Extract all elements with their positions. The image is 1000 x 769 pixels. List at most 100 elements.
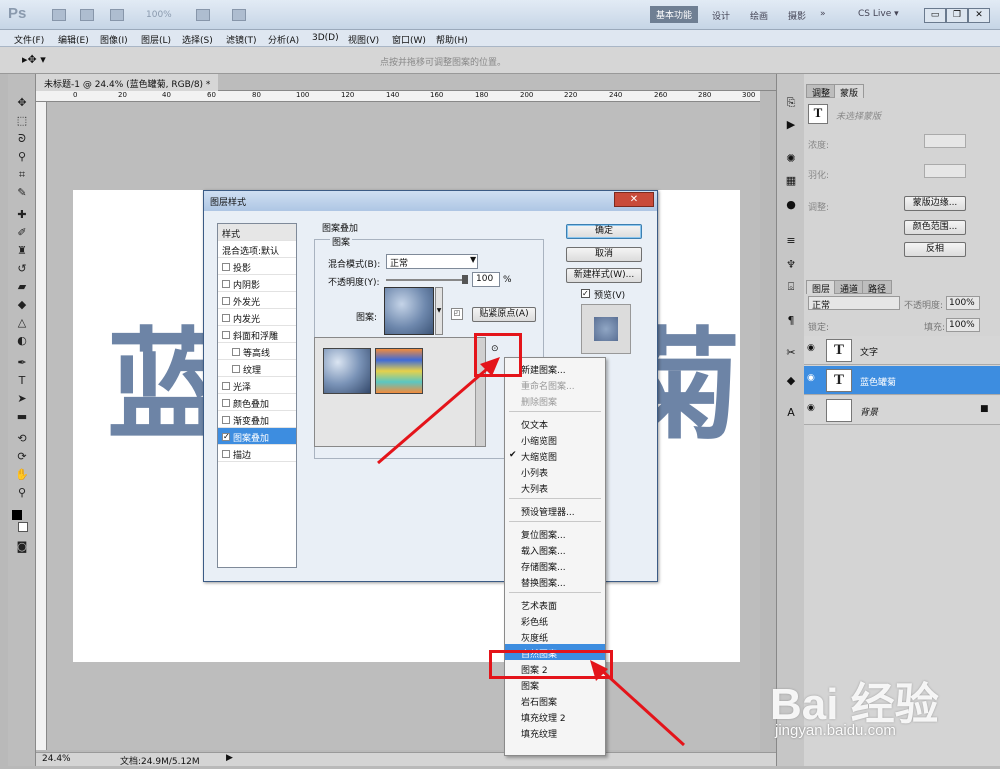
close-window-button[interactable]: ✕ xyxy=(968,8,990,23)
workspace-essentials[interactable]: 基本功能 xyxy=(650,6,699,23)
style-checkbox[interactable] xyxy=(222,314,230,322)
visibility-eye-icon[interactable]: ◉ xyxy=(807,343,821,357)
style-checkbox[interactable] xyxy=(222,416,230,424)
quick-mask-icon[interactable]: ◙ xyxy=(13,540,31,556)
stamp-tool-icon[interactable]: ♜ xyxy=(13,244,31,260)
move-tool-preset-icon[interactable]: ▸✥ ▾ xyxy=(22,53,46,66)
new-preset-icon[interactable]: ◰ xyxy=(451,308,463,320)
menu-item[interactable]: 复位图案... xyxy=(505,525,605,541)
style-item[interactable]: 内阴影 xyxy=(218,275,296,292)
bridge-icon[interactable] xyxy=(52,9,66,21)
tab-layers[interactable]: 图层 xyxy=(806,280,837,295)
style-checkbox[interactable] xyxy=(222,263,230,271)
menu-window[interactable]: 窗口(W) xyxy=(392,33,426,46)
menu-3d[interactable]: 3D(D) xyxy=(312,33,339,43)
pattern-dropdown-arrow-icon[interactable]: ▼ xyxy=(435,287,443,335)
layer-row[interactable]: ◉ T 文字 xyxy=(804,336,1000,365)
style-checkbox[interactable] xyxy=(232,348,240,356)
brush-tool-icon[interactable]: ✐ xyxy=(13,226,31,242)
menu-file[interactable]: 文件(F) xyxy=(14,33,44,46)
invert-button[interactable]: 反相 xyxy=(904,242,966,257)
menu-item[interactable]: 预设管理器... xyxy=(505,502,605,518)
color-range-button[interactable]: 颜色范围... xyxy=(904,220,966,235)
menu-item[interactable]: 填充纹理 2 xyxy=(505,708,605,724)
menu-view[interactable]: 视图(V) xyxy=(348,33,379,46)
minimize-button[interactable]: ▭ xyxy=(924,8,946,23)
menu-item[interactable]: 存储图案... xyxy=(505,557,605,573)
snap-origin-button[interactable]: 贴紧原点(A) xyxy=(472,307,536,322)
tool-presets-icon[interactable]: ⌺ xyxy=(783,280,799,296)
lasso-tool-icon[interactable]: ᘐ xyxy=(13,132,31,148)
style-checkbox[interactable] xyxy=(222,450,230,458)
menu-item[interactable]: 大列表 xyxy=(505,479,605,495)
style-item[interactable]: 斜面和浮雕 xyxy=(218,326,296,343)
menu-analysis[interactable]: 分析(A) xyxy=(268,33,299,46)
document-tab[interactable]: 未标题-1 @ 24.4% (蓝色罐菊, RGB/8) * xyxy=(36,74,219,91)
menu-layer[interactable]: 图层(L) xyxy=(141,33,171,46)
density-field[interactable] xyxy=(924,134,966,148)
dodge-tool-icon[interactable]: ◐ xyxy=(13,334,31,350)
zoom-level[interactable]: 100% xyxy=(146,10,172,20)
tab-channels[interactable]: 通道 xyxy=(834,280,865,295)
menu-filter[interactable]: 滤镜(T) xyxy=(226,33,257,46)
hand-tool-icon[interactable]: ✋ xyxy=(13,468,31,484)
menu-image[interactable]: 图像(I) xyxy=(100,33,128,46)
mask-edge-button[interactable]: 蒙版边缘... xyxy=(904,196,966,211)
background-color-swatch[interactable] xyxy=(18,522,28,532)
path-select-tool-icon[interactable]: ➤ xyxy=(13,392,31,408)
screen-mode-icon[interactable] xyxy=(232,9,246,21)
eraser-tool-icon[interactable]: ▰ xyxy=(13,280,31,296)
workspace-photography[interactable]: 摄影 xyxy=(788,9,806,22)
menu-item[interactable]: 填充纹理 xyxy=(505,724,605,740)
menu-item[interactable]: 小列表 xyxy=(505,463,605,479)
view-extras-icon[interactable] xyxy=(110,9,124,21)
style-item-blending[interactable]: 混合选项:默认 xyxy=(218,241,296,258)
opacity-slider-thumb[interactable] xyxy=(462,275,468,284)
menu-edit[interactable]: 编辑(E) xyxy=(58,33,89,46)
menu-help[interactable]: 帮助(H) xyxy=(436,33,468,46)
style-checkbox[interactable] xyxy=(222,280,230,288)
menu-item[interactable]: ✔ 大缩览图 xyxy=(505,447,605,463)
clone-source-panel-icon[interactable]: ♆ xyxy=(783,258,799,274)
minibridge-icon[interactable] xyxy=(80,9,94,21)
blend-mode-select[interactable]: 正常 xyxy=(386,254,478,269)
pattern-thumb-bubbles[interactable] xyxy=(323,348,371,394)
style-item[interactable]: 等高线 xyxy=(218,343,296,360)
dialog-titlebar[interactable]: 图层样式 xyxy=(204,191,657,211)
character-panel-icon[interactable]: A xyxy=(783,406,799,422)
cs-live-button[interactable]: CS Live ▾ xyxy=(858,9,899,19)
pattern-thumb-rainbow[interactable] xyxy=(375,348,423,394)
quick-select-tool-icon[interactable]: ⚲ xyxy=(13,150,31,166)
dialog-close-button[interactable]: ✕ xyxy=(614,192,654,207)
status-menu-arrow-icon[interactable]: ▶ xyxy=(226,753,233,763)
move-tool-icon[interactable]: ✥ xyxy=(13,96,31,112)
eyedropper-tool-icon[interactable]: ✎ xyxy=(13,186,31,202)
color-panel-icon[interactable]: ✺ xyxy=(783,152,799,168)
type-tool-icon[interactable]: T xyxy=(13,374,31,390)
feather-field[interactable] xyxy=(924,164,966,178)
style-checkbox-checked[interactable]: ✓ xyxy=(222,433,230,441)
style-item[interactable]: 外发光 xyxy=(218,292,296,309)
actions-panel-icon[interactable]: ▶ xyxy=(783,118,799,134)
opacity-input[interactable]: 100 xyxy=(472,272,500,287)
zoom-tool-icon[interactable]: ⚲ xyxy=(13,486,31,502)
layer-opacity-field[interactable]: 100% xyxy=(946,296,980,310)
cancel-button[interactable]: 取消 xyxy=(566,247,642,262)
menu-item[interactable]: 艺术表面 xyxy=(505,596,605,612)
menu-item[interactable]: 岩石图案 xyxy=(505,692,605,708)
paragraph-panel-icon[interactable]: ¶ xyxy=(783,314,799,330)
pattern-swatch[interactable] xyxy=(384,287,434,335)
style-checkbox[interactable] xyxy=(232,365,240,373)
blur-tool-icon[interactable]: △ xyxy=(13,316,31,332)
status-zoom[interactable]: 24.4% xyxy=(42,754,71,764)
styles-panel-icon[interactable]: ◆ xyxy=(783,374,799,390)
swatches-panel-icon[interactable]: ▦ xyxy=(783,174,799,190)
layer-row[interactable]: ◉ 背景 ■ xyxy=(804,396,1000,425)
visibility-eye-icon[interactable]: ◉ xyxy=(807,373,821,387)
history-panel-icon[interactable]: ⎘ xyxy=(783,96,799,112)
menu-item[interactable]: 仅文本 xyxy=(505,415,605,431)
layer-fill-field[interactable]: 100% xyxy=(946,318,980,332)
pen-tool-icon[interactable]: ✒ xyxy=(13,356,31,372)
menu-item[interactable]: 载入图案... xyxy=(505,541,605,557)
3d-orbit-tool-icon[interactable]: ⟳ xyxy=(13,450,31,466)
